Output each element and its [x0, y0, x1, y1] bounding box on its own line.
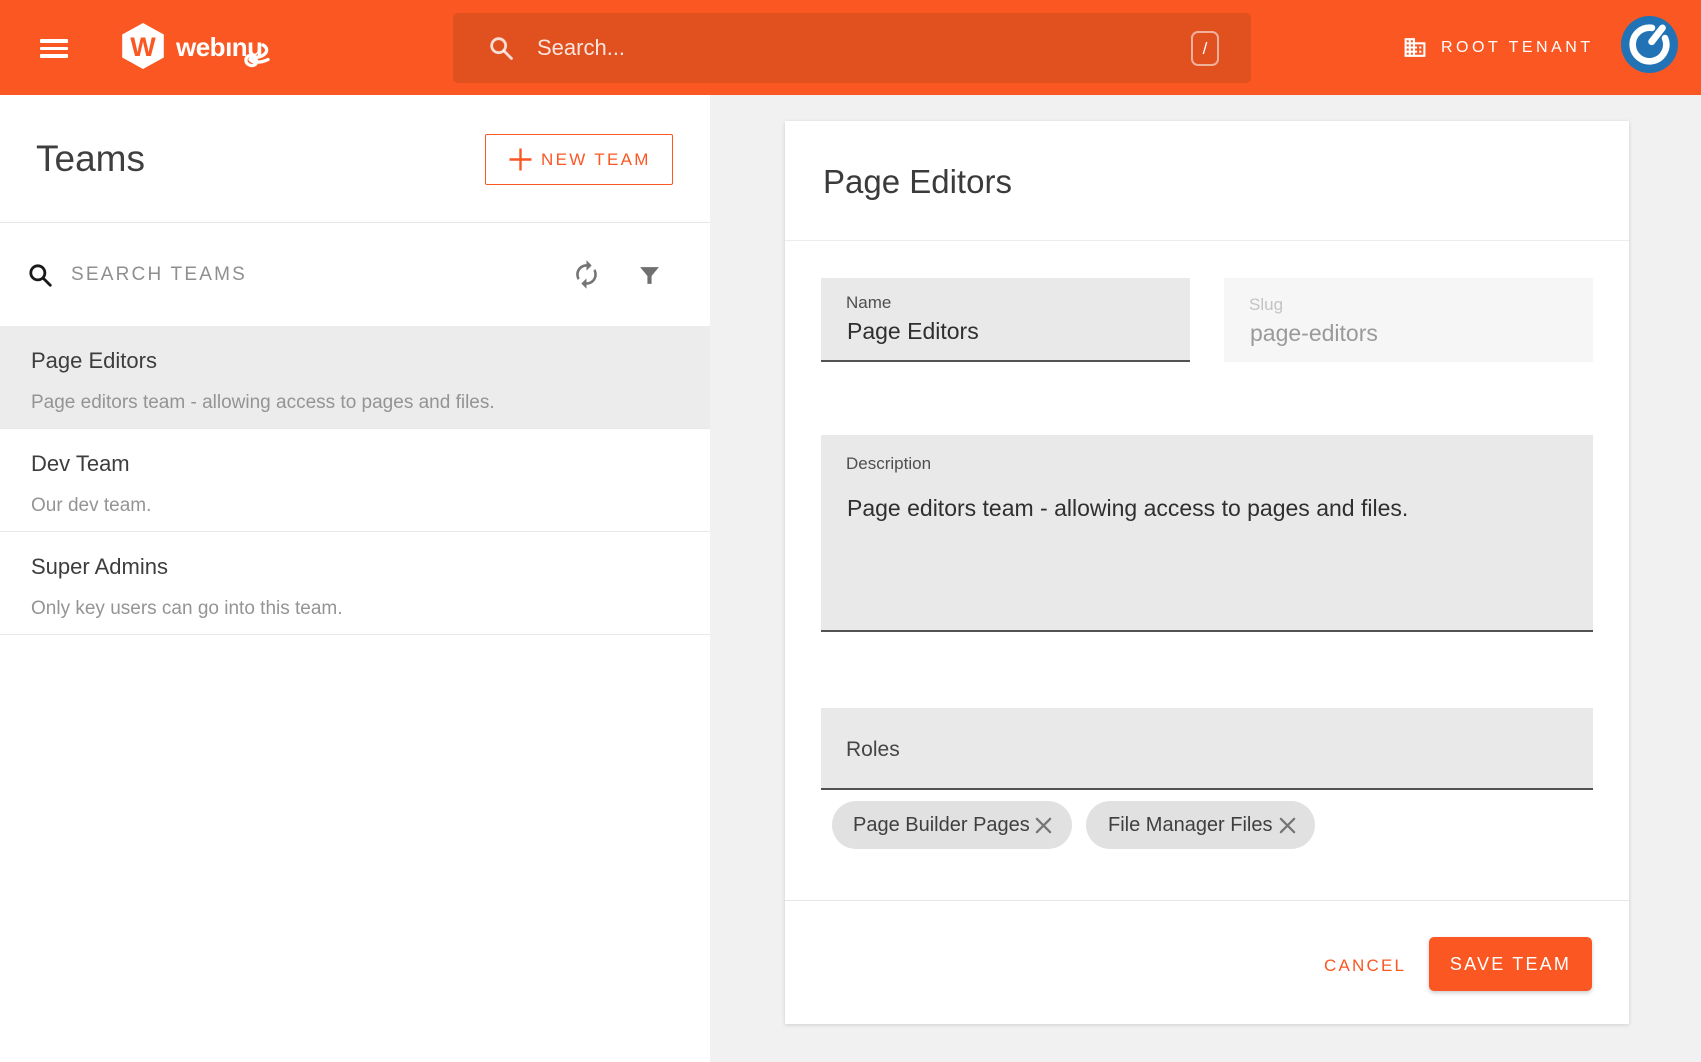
- svg-text:W: W: [130, 32, 156, 62]
